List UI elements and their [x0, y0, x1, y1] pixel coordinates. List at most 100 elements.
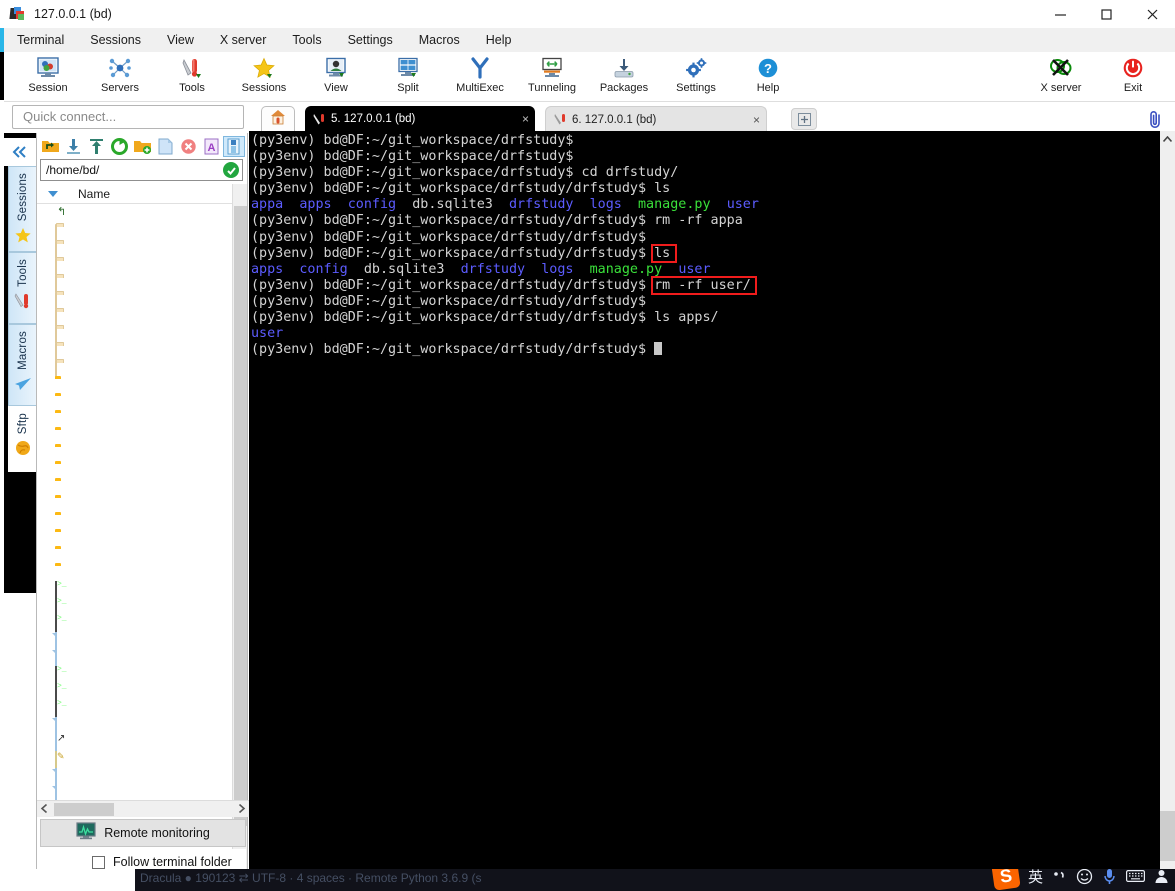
menu-sessions[interactable]: Sessions: [77, 28, 154, 52]
follow-terminal-folder-checkbox[interactable]: [92, 855, 105, 869]
toolbar-help-button[interactable]: ? Help: [732, 52, 804, 100]
sftp-path-bar[interactable]: /home/bd/: [40, 159, 243, 181]
terminal-scroll-thumb[interactable]: [1160, 811, 1175, 861]
sftp-file-row[interactable]: [37, 648, 233, 668]
sftp-file-row[interactable]: [37, 393, 233, 410]
sftp-file-row[interactable]: [37, 342, 233, 362]
tab-session-5[interactable]: 5. 127.0.0.1 (bd) ×: [305, 106, 535, 132]
toolbar-tools-button[interactable]: Tools: [156, 52, 228, 100]
sftp-file-row[interactable]: [37, 410, 233, 427]
sftp-file-row[interactable]: [37, 563, 233, 580]
toolbar-tunneling-button[interactable]: Tunneling: [516, 52, 588, 100]
sftp-file-row[interactable]: [37, 427, 233, 444]
delete-icon[interactable]: [177, 136, 199, 157]
terminal-output[interactable]: (py3env) bd@DF:~/git_workspace/drfstudy$…: [249, 131, 1160, 871]
text-mode-icon[interactable]: A: [200, 136, 222, 157]
menu-view[interactable]: View: [154, 28, 207, 52]
sftp-scroll-thumb[interactable]: [234, 206, 247, 826]
sftp-file-row[interactable]: [37, 767, 233, 787]
maximize-button[interactable]: [1083, 0, 1129, 28]
terminal-scrollbar[interactable]: [1160, 131, 1175, 871]
menu-help[interactable]: Help: [473, 28, 525, 52]
sftp-file-row[interactable]: [37, 750, 233, 770]
sftp-file-row[interactable]: [37, 444, 233, 461]
sftp-file-row[interactable]: [37, 682, 233, 702]
sidebar-tab-macros[interactable]: Macros: [8, 324, 36, 406]
sftp-file-row[interactable]: [37, 325, 233, 345]
sftp-file-row[interactable]: [37, 580, 233, 600]
sftp-file-row[interactable]: [37, 274, 233, 294]
new-file-icon[interactable]: [154, 136, 176, 157]
sftp-file-row[interactable]: [37, 376, 233, 393]
sftp-horizontal-scrollbar[interactable]: [37, 800, 249, 817]
sftp-file-list[interactable]: [37, 206, 233, 891]
menu-terminal[interactable]: Terminal: [4, 28, 77, 52]
tab-session-6-close[interactable]: ×: [731, 113, 760, 127]
menu-settings[interactable]: Settings: [335, 28, 406, 52]
new-tab-button[interactable]: [791, 108, 817, 130]
tab-session-6[interactable]: 6. 127.0.0.1 (bd) ×: [545, 106, 767, 132]
sftp-column-header[interactable]: Name: [37, 184, 247, 204]
toggle-panel-icon[interactable]: [223, 135, 245, 157]
toolbar-servers-button[interactable]: Servers: [84, 52, 156, 100]
sftp-file-row[interactable]: [37, 665, 233, 685]
sftp-file-row[interactable]: [37, 478, 233, 495]
sftp-file-row[interactable]: [37, 733, 233, 753]
remote-monitoring-button[interactable]: Remote monitoring: [40, 819, 246, 847]
parent-folder-icon[interactable]: [40, 136, 62, 157]
user-icon[interactable]: [1154, 869, 1169, 884]
menu-x-server[interactable]: X server: [207, 28, 280, 52]
sftp-file-row[interactable]: [37, 495, 233, 512]
sftp-file-row[interactable]: [37, 461, 233, 478]
sftp-file-row[interactable]: [37, 291, 233, 311]
sftp-file-row[interactable]: [37, 597, 233, 617]
keyboard-icon[interactable]: [1126, 869, 1145, 883]
sftp-file-row[interactable]: [37, 546, 233, 563]
sftp-file-row[interactable]: [37, 223, 233, 243]
ime-mode-label[interactable]: 英: [1028, 869, 1043, 887]
sogou-logo-icon[interactable]: S: [991, 869, 1021, 891]
sftp-file-row[interactable]: [37, 257, 233, 277]
mic-icon[interactable]: [1102, 869, 1117, 885]
sftp-file-row[interactable]: [37, 716, 233, 736]
sidebar-tab-sftp[interactable]: Sftp: [8, 406, 36, 472]
toolbar-packages-button[interactable]: Packages: [588, 52, 660, 100]
quick-connect-input[interactable]: Quick connect...: [12, 105, 244, 129]
sftp-file-row[interactable]: [37, 308, 233, 328]
terminal-scroll-up-button[interactable]: [1160, 131, 1175, 147]
sftp-file-row[interactable]: [37, 206, 233, 223]
download-icon[interactable]: [63, 136, 85, 157]
menu-macros[interactable]: Macros: [406, 28, 473, 52]
toolbar-multiexec-button[interactable]: MultiExec: [444, 52, 516, 100]
hscroll-left-button[interactable]: [40, 800, 49, 818]
toolbar-session-button[interactable]: Session: [12, 52, 84, 100]
sftp-file-row[interactable]: [37, 631, 233, 651]
menu-tools[interactable]: Tools: [279, 28, 334, 52]
toolbar-xserver-button[interactable]: X server: [1025, 52, 1097, 100]
sftp-file-row[interactable]: [37, 784, 233, 804]
collapse-sidebar-button[interactable]: [4, 138, 36, 166]
tab-session-5-close[interactable]: ×: [500, 112, 529, 126]
toolbar-sessions-button[interactable]: Sessions: [228, 52, 300, 100]
sftp-file-row[interactable]: [37, 614, 233, 634]
sftp-vertical-scrollbar[interactable]: [232, 186, 247, 891]
hscroll-thumb[interactable]: [54, 803, 114, 816]
paperclip-icon[interactable]: [1145, 108, 1165, 130]
new-folder-icon[interactable]: [132, 136, 154, 157]
punct-icon[interactable]: [1052, 869, 1067, 884]
emoji-icon[interactable]: [1076, 869, 1093, 885]
ime-toolbar[interactable]: S 英: [991, 869, 1169, 891]
upload-icon[interactable]: [86, 136, 108, 157]
sftp-file-row[interactable]: [37, 512, 233, 529]
sftp-file-row[interactable]: [37, 529, 233, 546]
close-button[interactable]: [1129, 0, 1175, 28]
sftp-file-row[interactable]: [37, 240, 233, 260]
minimize-button[interactable]: [1037, 0, 1083, 28]
sidebar-tab-sessions[interactable]: Sessions: [8, 166, 36, 252]
toolbar-exit-button[interactable]: Exit: [1097, 52, 1169, 100]
toolbar-view-button[interactable]: View: [300, 52, 372, 100]
toolbar-settings-button[interactable]: Settings: [660, 52, 732, 100]
hscroll-right-button[interactable]: [237, 800, 246, 818]
home-tab-button[interactable]: [261, 106, 295, 132]
refresh-icon[interactable]: [109, 136, 131, 157]
